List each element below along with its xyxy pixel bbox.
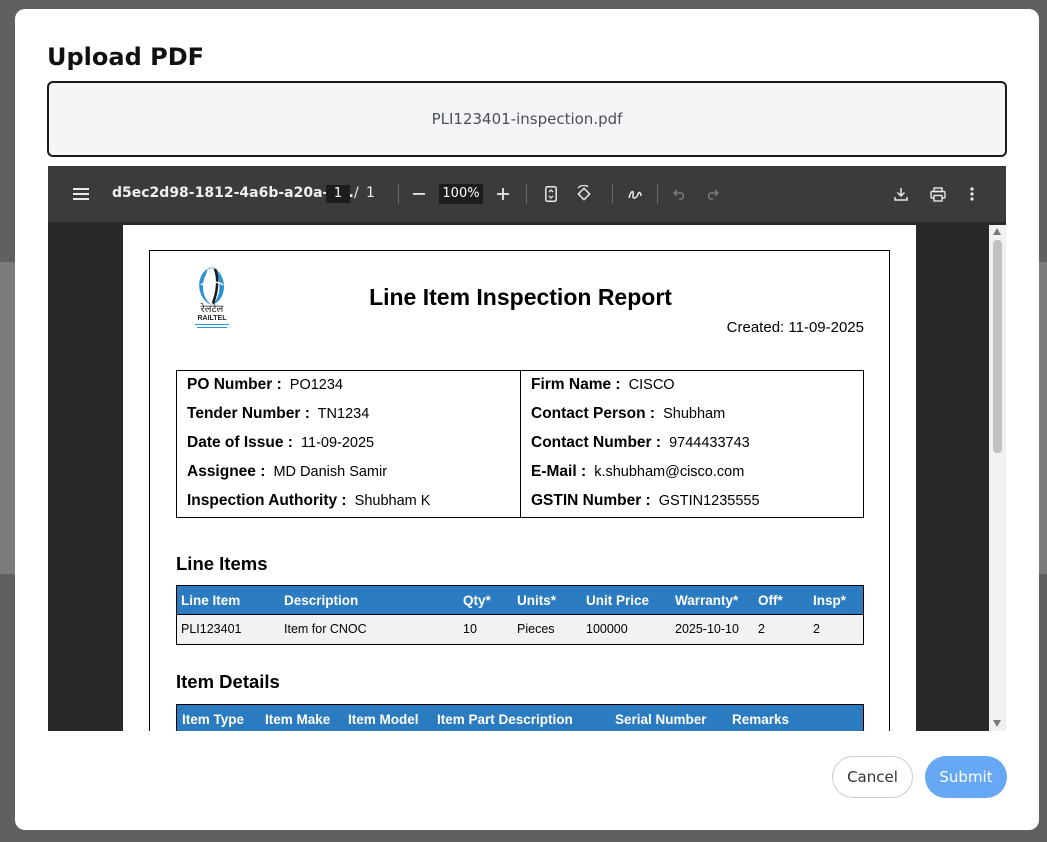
table-cell: 2 — [813, 622, 820, 636]
item-details-heading: Item Details — [176, 671, 280, 692]
column-header: Description — [284, 593, 359, 608]
table-cell: 10 — [463, 622, 477, 636]
cancel-button[interactable]: Cancel — [832, 756, 913, 798]
column-header: Warranty* — [675, 593, 739, 608]
page-number-input[interactable]: 1 — [326, 185, 350, 203]
document-title: d5ec2d98-1812-4a6b-a20a-e... — [112, 185, 354, 201]
toolbar-divider — [526, 184, 527, 204]
logo-tagline — [195, 324, 229, 325]
column-header: Line Item — [181, 593, 241, 608]
table-cell: 2 — [758, 622, 765, 636]
more-options-icon[interactable] — [965, 166, 979, 222]
pdf-viewer: d5ec2d98-1812-4a6b-a20a-e... 1 / 1 100% — [48, 166, 1006, 731]
table-cell: 2025-10-10 — [675, 622, 739, 636]
table-cell: Pieces — [517, 622, 555, 636]
contact-number-row: Contact Number : 9744433743 — [531, 434, 750, 451]
zoom-out-icon[interactable] — [410, 166, 428, 222]
line-items-header: Line Item Description Qty* Units* Unit P… — [177, 586, 863, 615]
column-header: Item Model — [348, 712, 419, 727]
scroll-thumb[interactable] — [993, 240, 1002, 453]
column-header: Item Make — [265, 712, 331, 727]
print-icon[interactable] — [927, 166, 949, 222]
page-separator: / — [354, 185, 359, 201]
line-items-heading: Line Items — [176, 553, 268, 574]
column-header: Item Type — [182, 712, 245, 727]
email-row: E-Mail : k.shubham@cisco.com — [531, 463, 745, 480]
po-firm-info-table: PO Number : PO1234 Tender Number : TN123… — [176, 370, 864, 518]
selected-file-box[interactable]: PLI123401-inspection.pdf — [47, 81, 1007, 157]
logo-tagline — [197, 327, 227, 328]
scroll-up-arrow-icon[interactable] — [993, 228, 1001, 235]
assignee-row: Assignee : MD Danish Samir — [187, 463, 388, 480]
column-header: Insp* — [813, 593, 847, 608]
submit-button[interactable]: Submit — [925, 756, 1007, 798]
report-frame: रेलटेल RAILTEL Line Item Inspection Repo… — [149, 250, 890, 731]
pdf-toolbar: d5ec2d98-1812-4a6b-a20a-e... 1 / 1 100% — [48, 166, 1006, 222]
draw-icon[interactable] — [624, 166, 646, 222]
menu-icon[interactable] — [70, 166, 92, 222]
modal-title: Upload PDF — [47, 43, 205, 71]
column-header: Unit Price — [586, 593, 650, 608]
scroll-down-arrow-icon[interactable] — [993, 720, 1001, 727]
firm-info-column: Firm Name : CISCO Contact Person : Shubh… — [520, 371, 863, 517]
pdf-page: रेलटेल RAILTEL Line Item Inspection Repo… — [123, 225, 916, 731]
toolbar-divider — [398, 184, 399, 204]
table-cell: Item for CNOC — [284, 622, 367, 636]
page-total: 1 — [366, 185, 375, 201]
file-name: PLI123401-inspection.pdf — [431, 110, 623, 128]
column-header: Units* — [517, 593, 557, 608]
inspection-authority-row: Inspection Authority : Shubham K — [187, 492, 431, 509]
report-title: Line Item Inspection Report — [369, 284, 672, 310]
line-items-table: Line Item Description Qty* Units* Unit P… — [176, 585, 864, 645]
table-cell: PLI123401 — [181, 622, 242, 636]
column-header: Qty* — [463, 593, 491, 608]
created-date: Created: 11-09-2025 — [726, 319, 864, 336]
po-info-column: PO Number : PO1234 Tender Number : TN123… — [177, 371, 520, 517]
column-header: Remarks — [732, 712, 790, 727]
fit-page-icon[interactable] — [542, 166, 560, 222]
redo-icon[interactable] — [702, 166, 722, 222]
column-header: Item Part Description — [437, 712, 573, 727]
table-cell: 100000 — [586, 622, 628, 636]
logo-text: RAILTEL — [197, 315, 227, 322]
contact-person-row: Contact Person : Shubham — [531, 405, 726, 422]
column-header: Serial Number — [615, 712, 707, 727]
firm-name-row: Firm Name : CISCO — [531, 376, 675, 393]
rotate-icon[interactable] — [573, 166, 595, 222]
zoom-in-icon[interactable] — [494, 166, 512, 222]
date-of-issue-row: Date of Issue : 11-09-2025 — [187, 434, 375, 451]
download-icon[interactable] — [891, 166, 911, 222]
toolbar-divider — [657, 184, 658, 204]
po-number-row: PO Number : PO1234 — [187, 376, 344, 393]
undo-icon[interactable] — [670, 166, 690, 222]
toolbar-divider — [612, 184, 613, 204]
upload-pdf-modal: Upload PDF PLI123401-inspection.pdf d5ec… — [15, 9, 1039, 830]
gstin-number-row: GSTIN Number : GSTIN1235555 — [531, 492, 760, 509]
vertical-scrollbar[interactable] — [989, 225, 1006, 731]
table-row: PLI123401 Item for CNOC 10 Pieces 100000… — [177, 615, 863, 644]
item-details-table: Item Type Item Make Item Model Item Part… — [176, 704, 864, 731]
column-header: Off* — [758, 593, 783, 608]
tender-number-row: Tender Number : TN1234 — [187, 405, 370, 422]
item-details-header: Item Type Item Make Item Model Item Part… — [177, 705, 863, 731]
zoom-level[interactable]: 100% — [439, 184, 483, 204]
